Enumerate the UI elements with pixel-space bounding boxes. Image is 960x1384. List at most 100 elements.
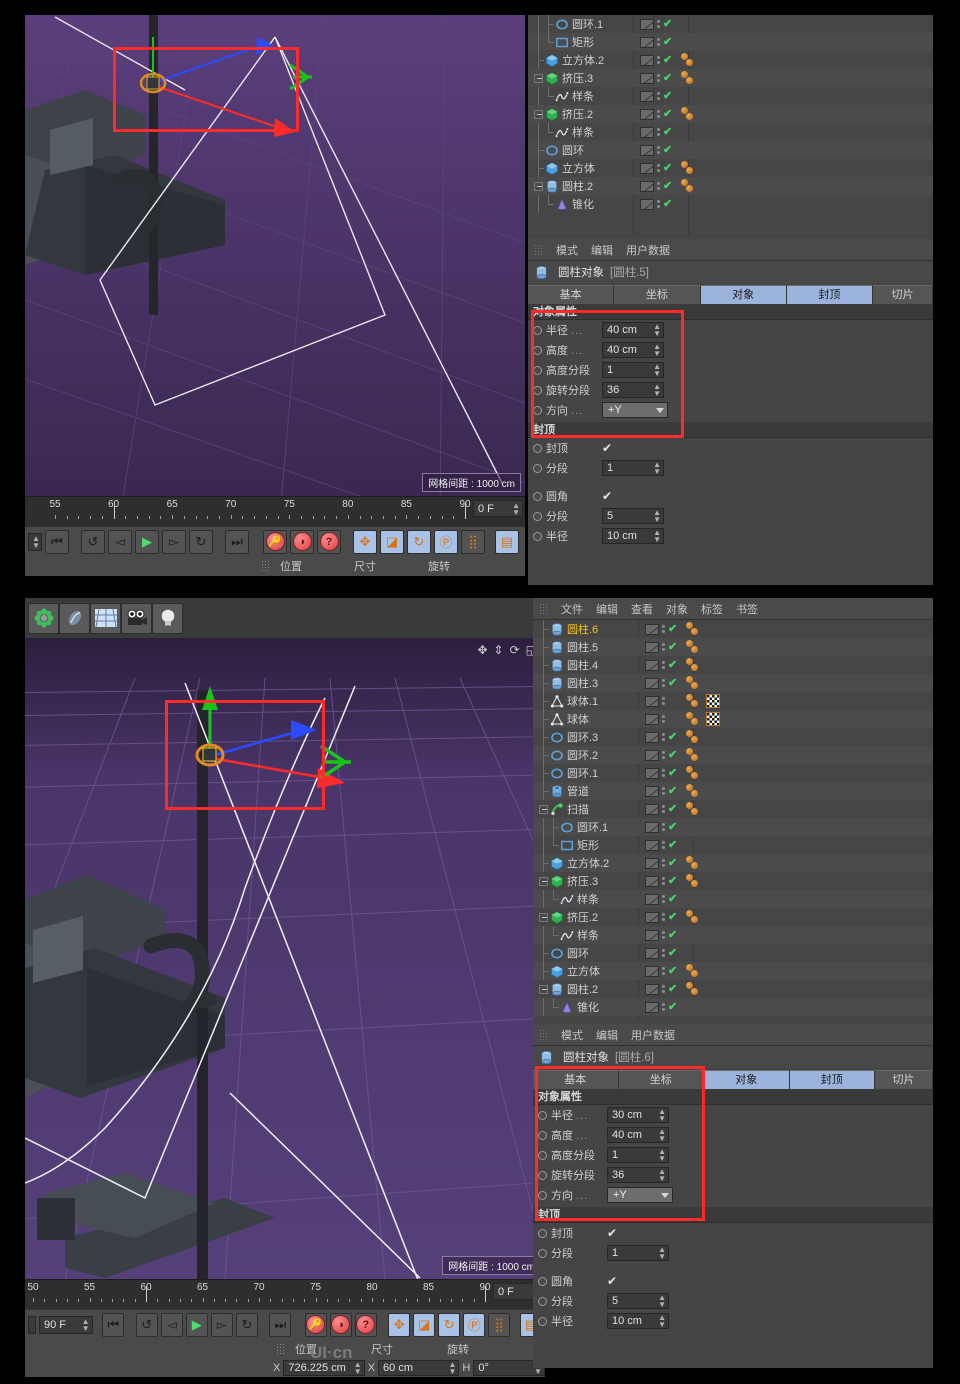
property-value-field[interactable]: 1▲▼ <box>607 1147 669 1163</box>
tag-bead[interactable] <box>686 59 693 66</box>
enabled-check-icon[interactable]: ✔ <box>668 822 678 832</box>
visibility-dots-icon[interactable] <box>657 92 660 100</box>
tag-beads[interactable] <box>681 178 699 194</box>
coordbar-grip[interactable] <box>261 560 270 572</box>
layer-color-swatch[interactable] <box>645 984 659 995</box>
object-row[interactable]: 挤压.2✔ <box>528 105 933 123</box>
animate-target-icon[interactable] <box>533 464 542 473</box>
spinner-icon[interactable]: ▲▼ <box>82 1318 90 1332</box>
visibility-dots-icon[interactable] <box>662 751 665 759</box>
animate-target-icon[interactable] <box>538 1151 547 1160</box>
enabled-check-icon[interactable]: ✔ <box>663 109 673 119</box>
animate-target-icon[interactable] <box>533 346 542 355</box>
animate-target-icon[interactable] <box>538 1191 547 1200</box>
enabled-check-icon[interactable]: ✔ <box>668 840 678 850</box>
tag-bead[interactable] <box>691 862 698 869</box>
attr-menu-edit[interactable]: 编辑 <box>591 242 613 258</box>
object-row[interactable]: 球体.1 <box>533 692 933 710</box>
expander-icon[interactable] <box>534 182 543 191</box>
expander-icon[interactable] <box>534 110 543 119</box>
tag-bead[interactable] <box>691 718 698 725</box>
tag-beads[interactable] <box>686 747 704 763</box>
tag-beads[interactable] <box>686 927 704 943</box>
layer-color-swatch[interactable] <box>640 199 654 210</box>
tag-beads[interactable] <box>681 160 699 176</box>
camera-icon[interactable] <box>121 603 152 634</box>
nulls-icon[interactable] <box>28 603 59 634</box>
viewport-nav-icons[interactable]: ✥ ⇕ ⟳ ◱ <box>477 643 537 657</box>
property-value-field[interactable]: 10 cm▲▼ <box>607 1313 669 1329</box>
enabled-check-icon[interactable]: ✔ <box>668 876 678 886</box>
visibility-dots-icon[interactable] <box>662 859 665 867</box>
property-value-field[interactable]: 5▲▼ <box>602 508 664 524</box>
object-row[interactable]: 圆柱.6✔ <box>533 620 933 638</box>
layer-color-swatch[interactable] <box>645 750 659 761</box>
param-key-button[interactable]: Ⓟ <box>434 530 458 554</box>
animate-target-icon[interactable] <box>533 532 542 541</box>
layer-color-swatch[interactable] <box>645 1002 659 1013</box>
deformer-icon[interactable] <box>59 603 90 634</box>
visibility-dots-icon[interactable] <box>662 841 665 849</box>
tab-object[interactable]: 对象 <box>704 1070 790 1089</box>
enabled-check-icon[interactable]: ✔ <box>663 91 673 101</box>
step-forward-button[interactable]: ▻ <box>162 530 186 554</box>
tab-object[interactable]: 对象 <box>701 285 787 304</box>
layer-color-swatch[interactable] <box>640 127 654 138</box>
attr-menu-edit[interactable]: 编辑 <box>596 1027 618 1043</box>
enabled-check-icon[interactable]: ✔ <box>668 660 678 670</box>
om-menu-bookmarks[interactable]: 书签 <box>736 601 758 617</box>
tag-beads[interactable] <box>686 891 704 907</box>
visibility-dots-icon[interactable] <box>657 200 660 208</box>
enabled-check-icon[interactable]: ✔ <box>668 966 678 976</box>
object-row[interactable]: 扫描✔ <box>533 800 933 818</box>
animate-target-icon[interactable] <box>538 1277 547 1286</box>
object-row[interactable]: 圆柱.5✔ <box>533 638 933 656</box>
tag-beads[interactable] <box>686 675 704 691</box>
goto-end-button[interactable]: ⏭ <box>269 1313 291 1337</box>
visibility-dots-icon[interactable] <box>662 895 665 903</box>
enabled-check-icon[interactable]: ✔ <box>668 768 678 778</box>
visibility-dots-icon[interactable] <box>662 823 665 831</box>
expander-icon[interactable] <box>539 805 548 814</box>
visibility-dots-icon[interactable] <box>662 661 665 669</box>
play-button[interactable]: ▶ <box>135 530 159 554</box>
spinner-icon[interactable]: ▲▼ <box>653 461 661 475</box>
tag-beads[interactable] <box>686 963 704 979</box>
timeline-toggle-button[interactable]: ▤ <box>495 530 519 554</box>
visibility-dots-icon[interactable] <box>657 164 660 172</box>
tag-bead[interactable] <box>691 664 698 671</box>
property-value-field[interactable]: 1▲▼ <box>602 460 664 476</box>
spinner-icon[interactable]: ▲▼ <box>448 1361 456 1375</box>
property-checkbox[interactable]: ✔ <box>607 1276 617 1287</box>
visibility-dots-icon[interactable] <box>662 805 665 813</box>
enabled-check-icon[interactable]: ✔ <box>668 642 678 652</box>
rotation-key-button[interactable]: ↻ <box>438 1313 460 1337</box>
bottom-toolstrip[interactable]: 90 F ▲▼ ⏮ ↺ ◅ ▶ ▻ ↻ ⏭ 🔑 ◑ ? ✥ ◪ ↻ Ⓟ ⣿ ▤ <box>25 1309 545 1339</box>
layer-color-swatch[interactable] <box>645 678 659 689</box>
rotation-key-button[interactable]: ↻ <box>407 530 431 554</box>
loop-button[interactable]: ↻ <box>236 1313 258 1337</box>
property-value-field[interactable]: 36▲▼ <box>602 382 664 398</box>
top-object-manager[interactable]: 圆环.1✔矩形✔立方体.2✔挤压.3✔样条✔挤压.2✔样条✔圆环✔立方体✔圆柱.… <box>528 15 933 235</box>
tag-bead[interactable] <box>686 167 693 174</box>
tag-beads[interactable] <box>686 909 704 925</box>
layer-color-swatch[interactable] <box>645 642 659 653</box>
top-viewport[interactable]: 网格间距 : 1000 cm <box>25 15 525 496</box>
tag-beads[interactable] <box>686 711 704 727</box>
tag-bead[interactable] <box>686 185 693 192</box>
property-checkbox[interactable]: ✔ <box>607 1228 617 1239</box>
enabled-check-icon[interactable]: ✔ <box>668 624 678 634</box>
object-manager-menubar[interactable]: 文件 编辑 查看 对象 标签 书签 <box>533 598 933 620</box>
layer-color-swatch[interactable] <box>645 894 659 905</box>
step-back-button[interactable]: ◅ <box>161 1313 183 1337</box>
material-tag-icon[interactable] <box>706 694 720 708</box>
animate-target-icon[interactable] <box>538 1229 547 1238</box>
animate-target-icon[interactable] <box>533 326 542 335</box>
spinner-icon[interactable]: ▲▼ <box>512 502 520 516</box>
layer-color-swatch[interactable] <box>640 91 654 102</box>
coord-value-size-x[interactable]: 60 cm ▲▼ <box>378 1360 459 1376</box>
bottom-object-manager[interactable]: 圆柱.6✔圆柱.5✔圆柱.4✔圆柱.3✔球体.1球体圆环.3✔圆环.2✔圆环.1… <box>533 620 933 1020</box>
property-value-field[interactable]: 36▲▼ <box>607 1167 669 1183</box>
keyframe-selection-button[interactable]: ? <box>317 530 341 554</box>
enabled-check-icon[interactable]: ✔ <box>668 786 678 796</box>
